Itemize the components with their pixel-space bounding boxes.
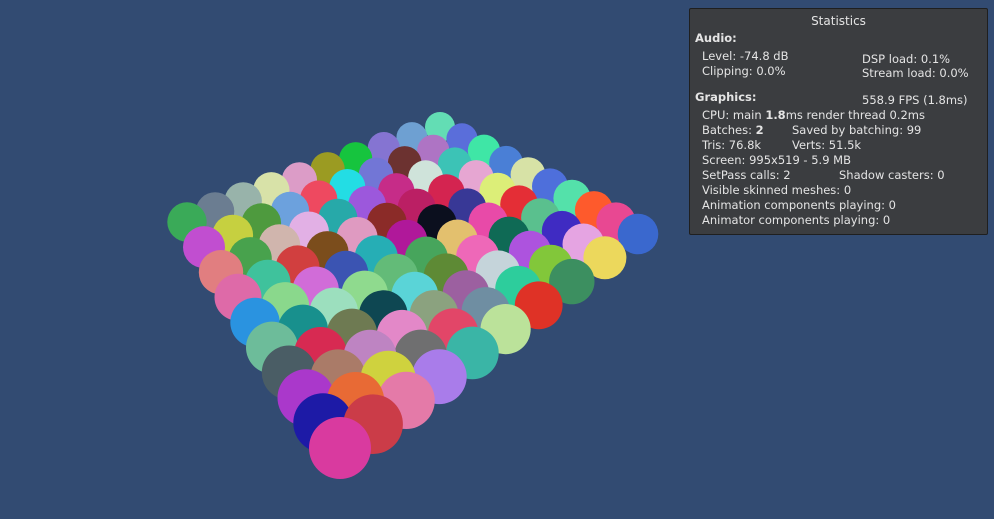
audio-header: Audio:	[695, 31, 737, 45]
graphics-saved-by-batching: Saved by batching: 99	[792, 123, 922, 137]
graphics-batches: Batches: 2	[702, 123, 764, 138]
cpu-main-value: 1.8	[765, 108, 786, 122]
graphics-cpu: CPU: main 1.8ms render thread 0.2ms	[702, 108, 925, 123]
graphics-shadow-casters: Shadow casters: 0	[839, 168, 945, 182]
batches-prefix: Batches:	[702, 123, 756, 137]
batches-value: 2	[755, 123, 764, 137]
graphics-tris: Tris: 76.8k	[702, 138, 762, 152]
graphics-header: Graphics:	[695, 90, 757, 104]
cpu-prefix: CPU: main	[702, 108, 766, 122]
graphics-verts: Verts: 51.5k	[792, 138, 862, 152]
graphics-screen: Screen: 995x519 - 5.9 MB	[702, 153, 851, 167]
graphics-visible-skinned: Visible skinned meshes: 0	[702, 183, 852, 197]
sphere	[309, 417, 371, 479]
statistics-panel: Statistics Audio: Level: -74.8 dB Clippi…	[689, 8, 988, 235]
graphics-setpass: SetPass calls: 2	[702, 168, 791, 182]
graphics-fps: 558.9 FPS (1.8ms)	[862, 93, 968, 107]
audio-dsp-load: DSP load: 0.1%	[862, 52, 951, 66]
cpu-suffix: ms render thread 0.2ms	[785, 108, 925, 122]
audio-level: Level: -74.8 dB	[702, 49, 789, 63]
statistics-title: Statistics	[811, 14, 866, 28]
audio-clipping: Clipping: 0.0%	[702, 64, 786, 78]
graphics-animator-components: Animator components playing: 0	[702, 213, 891, 227]
audio-stream-load: Stream load: 0.0%	[862, 66, 969, 80]
graphics-animation-components: Animation components playing: 0	[702, 198, 896, 212]
